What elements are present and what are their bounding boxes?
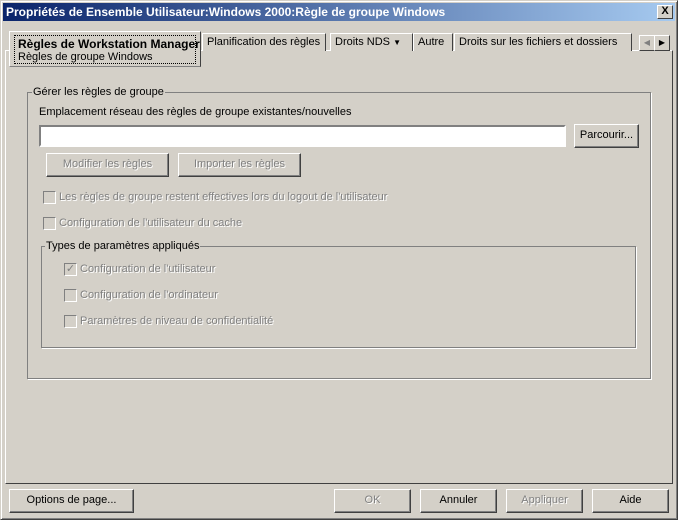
group-title: Gérer les règles de groupe xyxy=(32,86,165,98)
tab-scroll-left-icon[interactable]: ◀ xyxy=(639,35,655,51)
tab-label: Règles de Workstation Manager xyxy=(18,37,200,51)
privacy-checkbox[interactable] xyxy=(64,315,77,328)
cancel-button[interactable]: Annuler xyxy=(420,489,497,513)
close-button[interactable]: X xyxy=(657,5,673,19)
tab-scroll-right-icon[interactable]: ▶ xyxy=(654,35,670,51)
effective-checkbox[interactable] xyxy=(43,191,56,204)
chevron-down-icon: ▼ xyxy=(393,38,401,47)
modify-rules-button[interactable]: Modifier les règles xyxy=(46,153,169,177)
location-label: Emplacement réseau des règles de groupe … xyxy=(39,106,352,118)
help-button[interactable]: Aide xyxy=(592,489,669,513)
location-input[interactable] xyxy=(39,125,566,147)
tab-droits-fichiers[interactable]: Droits sur les fichiers et dossiers xyxy=(454,33,632,51)
tab-label: Planification des règles xyxy=(207,36,321,48)
import-rules-button[interactable]: Importer les règles xyxy=(178,153,301,177)
tab-autre[interactable]: Autre xyxy=(413,33,453,51)
title-bar: Propriétés de Ensemble Utilisateur:Windo… xyxy=(3,3,675,21)
tab-label: Autre xyxy=(418,36,445,48)
computer-config-label: Configuration de l'ordinateur xyxy=(80,289,218,301)
tab-label: Droits sur les fichiers et dossiers xyxy=(459,36,618,48)
cache-checkbox[interactable] xyxy=(43,217,56,230)
page-options-button[interactable]: Options de page... xyxy=(9,489,134,513)
browse-button[interactable]: Parcourir... xyxy=(574,124,639,148)
tab-label: Droits NDS xyxy=(335,36,391,48)
privacy-label: Paramètres de niveau de confidentialité xyxy=(80,315,274,327)
apply-button[interactable]: Appliquer xyxy=(506,489,583,513)
user-config-checkbox[interactable]: ✓ xyxy=(64,263,77,276)
tab-workstation-manager[interactable]: Règles de Workstation Manager Règles de … xyxy=(9,31,201,67)
types-group-title: Types de paramètres appliqués xyxy=(45,240,201,252)
computer-config-checkbox[interactable] xyxy=(64,289,77,302)
cache-label: Configuration de l'utilisateur du cache xyxy=(59,217,243,229)
effective-label: Les règles de groupe restent effectives … xyxy=(59,191,388,203)
tab-droits-nds[interactable]: Droits NDS ▼ xyxy=(330,33,413,51)
window-title: Propriétés de Ensemble Utilisateur:Windo… xyxy=(6,5,446,19)
ok-button[interactable]: OK xyxy=(334,489,411,513)
tab-sublabel[interactable]: Règles de groupe Windows xyxy=(18,51,192,63)
tab-planification[interactable]: Planification des règles xyxy=(202,33,326,51)
user-config-label: Configuration de l'utilisateur xyxy=(80,263,216,275)
